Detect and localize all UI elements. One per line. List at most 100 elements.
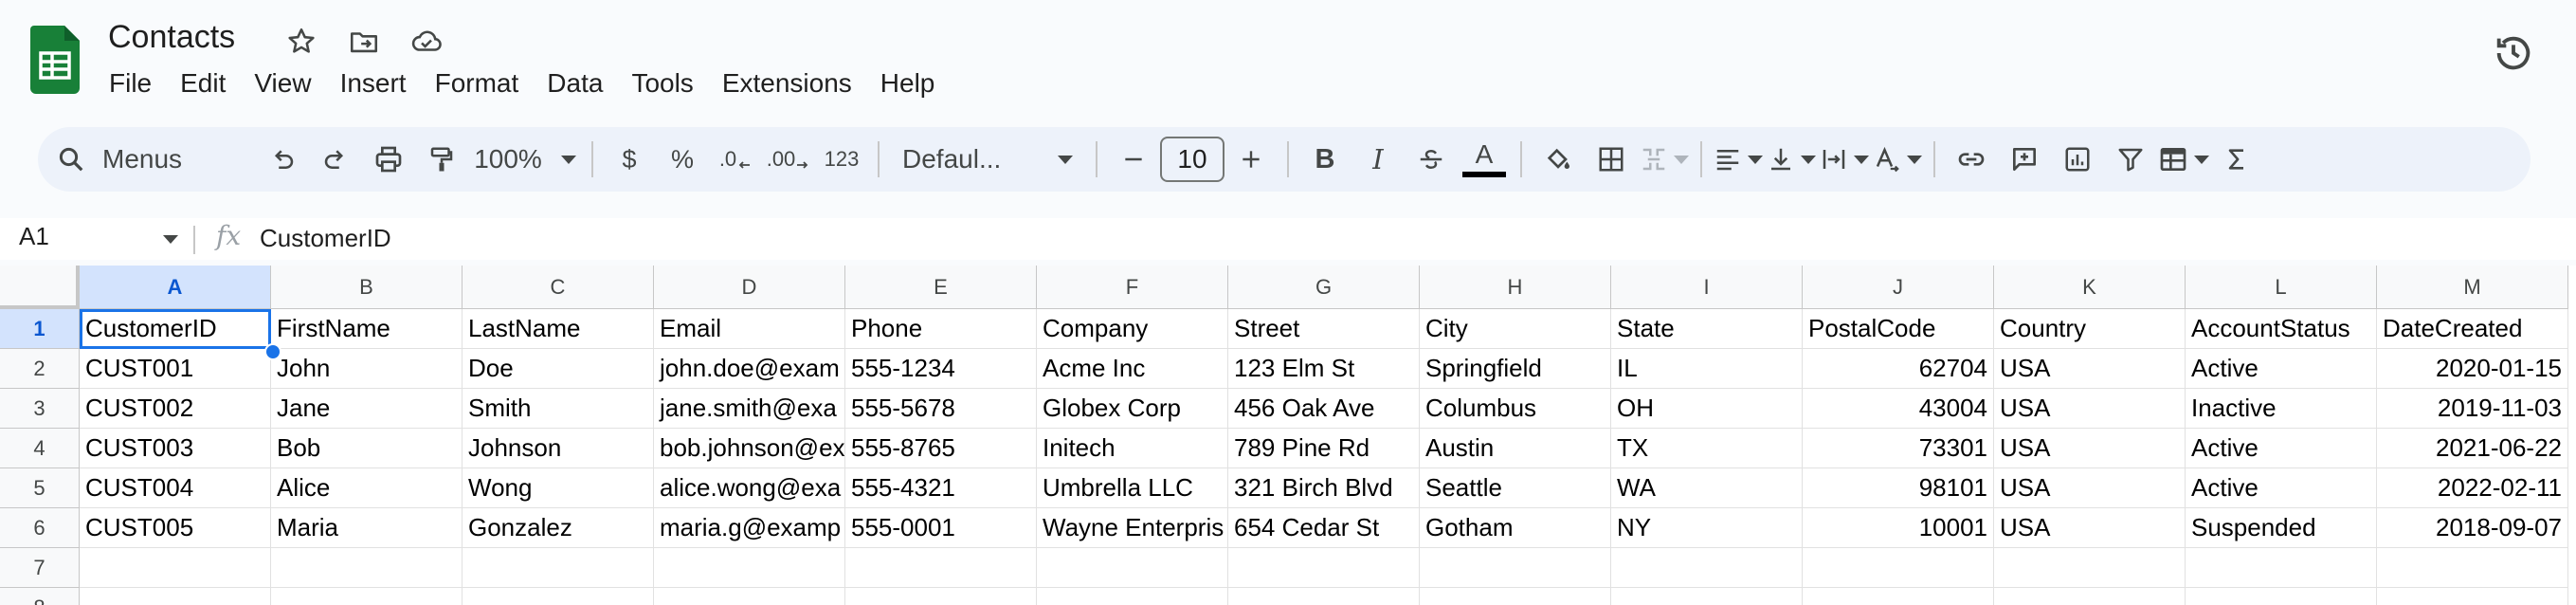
cell-g7[interactable] bbox=[1228, 548, 1420, 588]
row-header-5[interactable]: 5 bbox=[0, 468, 80, 508]
cell-g8[interactable] bbox=[1228, 588, 1420, 605]
cell-j8[interactable] bbox=[1803, 588, 1994, 605]
cell-c7[interactable] bbox=[463, 548, 654, 588]
cell-m1[interactable]: DateCreated bbox=[2377, 309, 2568, 349]
cloud-saved-icon[interactable] bbox=[408, 23, 445, 61]
cell-b8[interactable] bbox=[271, 588, 463, 605]
cell-d4[interactable]: bob.johnson@ex bbox=[654, 429, 845, 468]
table-view-button[interactable] bbox=[2157, 133, 2210, 186]
cell-c8[interactable] bbox=[463, 588, 654, 605]
cell-g3[interactable]: 456 Oak Ave bbox=[1228, 389, 1420, 429]
cell-m7[interactable] bbox=[2377, 548, 2568, 588]
menu-data[interactable]: Data bbox=[533, 63, 617, 104]
cell-d6[interactable]: maria.g@examp bbox=[654, 508, 845, 548]
text-wrapping-button[interactable] bbox=[1818, 133, 1871, 186]
percent-format-button[interactable]: % bbox=[656, 133, 709, 186]
version-history-icon[interactable] bbox=[2489, 28, 2538, 78]
cell-k6[interactable]: USA bbox=[1994, 508, 2186, 548]
cell-b3[interactable]: Jane bbox=[271, 389, 463, 429]
insert-comment-button[interactable] bbox=[1998, 133, 2051, 186]
cell-c3[interactable]: Smith bbox=[463, 389, 654, 429]
name-box[interactable]: A1 bbox=[19, 222, 161, 251]
cell-d7[interactable] bbox=[654, 548, 845, 588]
cell-k1[interactable]: Country bbox=[1994, 309, 2186, 349]
cell-k8[interactable] bbox=[1994, 588, 2186, 605]
increase-decimal-button[interactable]: .00 bbox=[762, 133, 815, 186]
text-color-button[interactable]: A bbox=[1458, 133, 1511, 186]
cell-k4[interactable]: USA bbox=[1994, 429, 2186, 468]
cell-e4[interactable]: 555-8765 bbox=[845, 429, 1037, 468]
cell-g4[interactable]: 789 Pine Rd bbox=[1228, 429, 1420, 468]
cell-h4[interactable]: Austin bbox=[1420, 429, 1611, 468]
menu-tools[interactable]: Tools bbox=[617, 63, 707, 104]
row-header-2[interactable]: 2 bbox=[0, 349, 80, 389]
search-menus[interactable]: Menus bbox=[38, 133, 256, 186]
cell-j3[interactable]: 43004 bbox=[1803, 389, 1994, 429]
cell-b1[interactable]: FirstName bbox=[271, 309, 463, 349]
cell-g1[interactable]: Street bbox=[1228, 309, 1420, 349]
chevron-down-icon[interactable] bbox=[163, 235, 178, 244]
insert-chart-button[interactable] bbox=[2051, 133, 2104, 186]
select-all-corner[interactable] bbox=[0, 266, 80, 309]
italic-button[interactable]: I bbox=[1351, 133, 1405, 186]
column-header-h[interactable]: H bbox=[1420, 266, 1611, 309]
fill-handle[interactable] bbox=[264, 343, 281, 360]
move-folder-icon[interactable] bbox=[345, 23, 383, 61]
menu-view[interactable]: View bbox=[240, 63, 325, 104]
cell-h5[interactable]: Seattle bbox=[1420, 468, 1611, 508]
cell-m5[interactable]: 2022-02-11 bbox=[2377, 468, 2568, 508]
column-header-g[interactable]: G bbox=[1228, 266, 1420, 309]
cell-d3[interactable]: jane.smith@exa bbox=[654, 389, 845, 429]
more-formats-button[interactable]: 123 bbox=[815, 133, 868, 186]
cell-i6[interactable]: NY bbox=[1611, 508, 1803, 548]
cell-i1[interactable]: State bbox=[1611, 309, 1803, 349]
cell-j4[interactable]: 73301 bbox=[1803, 429, 1994, 468]
cell-j1[interactable]: PostalCode bbox=[1803, 309, 1994, 349]
column-header-m[interactable]: M bbox=[2377, 266, 2568, 309]
column-header-i[interactable]: I bbox=[1611, 266, 1803, 309]
cell-c1[interactable]: LastName bbox=[463, 309, 654, 349]
cell-e3[interactable]: 555-5678 bbox=[845, 389, 1037, 429]
cell-f4[interactable]: Initech bbox=[1037, 429, 1228, 468]
font-family-select[interactable]: Defaul... bbox=[889, 133, 1086, 186]
cell-f1[interactable]: Company bbox=[1037, 309, 1228, 349]
row-header-4[interactable]: 4 bbox=[0, 429, 80, 468]
column-header-e[interactable]: E bbox=[845, 266, 1037, 309]
cell-e2[interactable]: 555-1234 bbox=[845, 349, 1037, 389]
menu-help[interactable]: Help bbox=[866, 63, 950, 104]
cell-b4[interactable]: Bob bbox=[271, 429, 463, 468]
cell-l7[interactable] bbox=[2186, 548, 2377, 588]
cell-f7[interactable] bbox=[1037, 548, 1228, 588]
cell-i2[interactable]: IL bbox=[1611, 349, 1803, 389]
menu-extensions[interactable]: Extensions bbox=[708, 63, 866, 104]
cell-h7[interactable] bbox=[1420, 548, 1611, 588]
fill-color-button[interactable] bbox=[1532, 133, 1585, 186]
document-title[interactable]: Contacts bbox=[108, 19, 235, 56]
cell-j2[interactable]: 62704 bbox=[1803, 349, 1994, 389]
borders-button[interactable] bbox=[1585, 133, 1638, 186]
undo-button[interactable] bbox=[256, 133, 309, 186]
cell-l4[interactable]: Active bbox=[2186, 429, 2377, 468]
paint-format-button[interactable] bbox=[415, 133, 468, 186]
cell-h2[interactable]: Springfield bbox=[1420, 349, 1611, 389]
insert-link-button[interactable] bbox=[1945, 133, 1998, 186]
cell-a8[interactable] bbox=[80, 588, 271, 605]
cell-h6[interactable]: Gotham bbox=[1420, 508, 1611, 548]
cell-j5[interactable]: 98101 bbox=[1803, 468, 1994, 508]
column-header-j[interactable]: J bbox=[1803, 266, 1994, 309]
currency-format-button[interactable]: $ bbox=[603, 133, 656, 186]
cell-k3[interactable]: USA bbox=[1994, 389, 2186, 429]
cell-g5[interactable]: 321 Birch Blvd bbox=[1228, 468, 1420, 508]
vertical-align-button[interactable] bbox=[1765, 133, 1818, 186]
increase-font-size-button[interactable] bbox=[1225, 133, 1278, 186]
cell-k2[interactable]: USA bbox=[1994, 349, 2186, 389]
cell-h8[interactable] bbox=[1420, 588, 1611, 605]
column-header-l[interactable]: L bbox=[2186, 266, 2377, 309]
horizontal-align-button[interactable] bbox=[1712, 133, 1765, 186]
cell-e5[interactable]: 555-4321 bbox=[845, 468, 1037, 508]
zoom-select[interactable]: 100% bbox=[468, 133, 582, 186]
cell-a2[interactable]: CUST001 bbox=[80, 349, 271, 389]
star-icon[interactable] bbox=[282, 23, 320, 61]
cell-h3[interactable]: Columbus bbox=[1420, 389, 1611, 429]
cell-a1[interactable]: CustomerID bbox=[80, 309, 271, 349]
